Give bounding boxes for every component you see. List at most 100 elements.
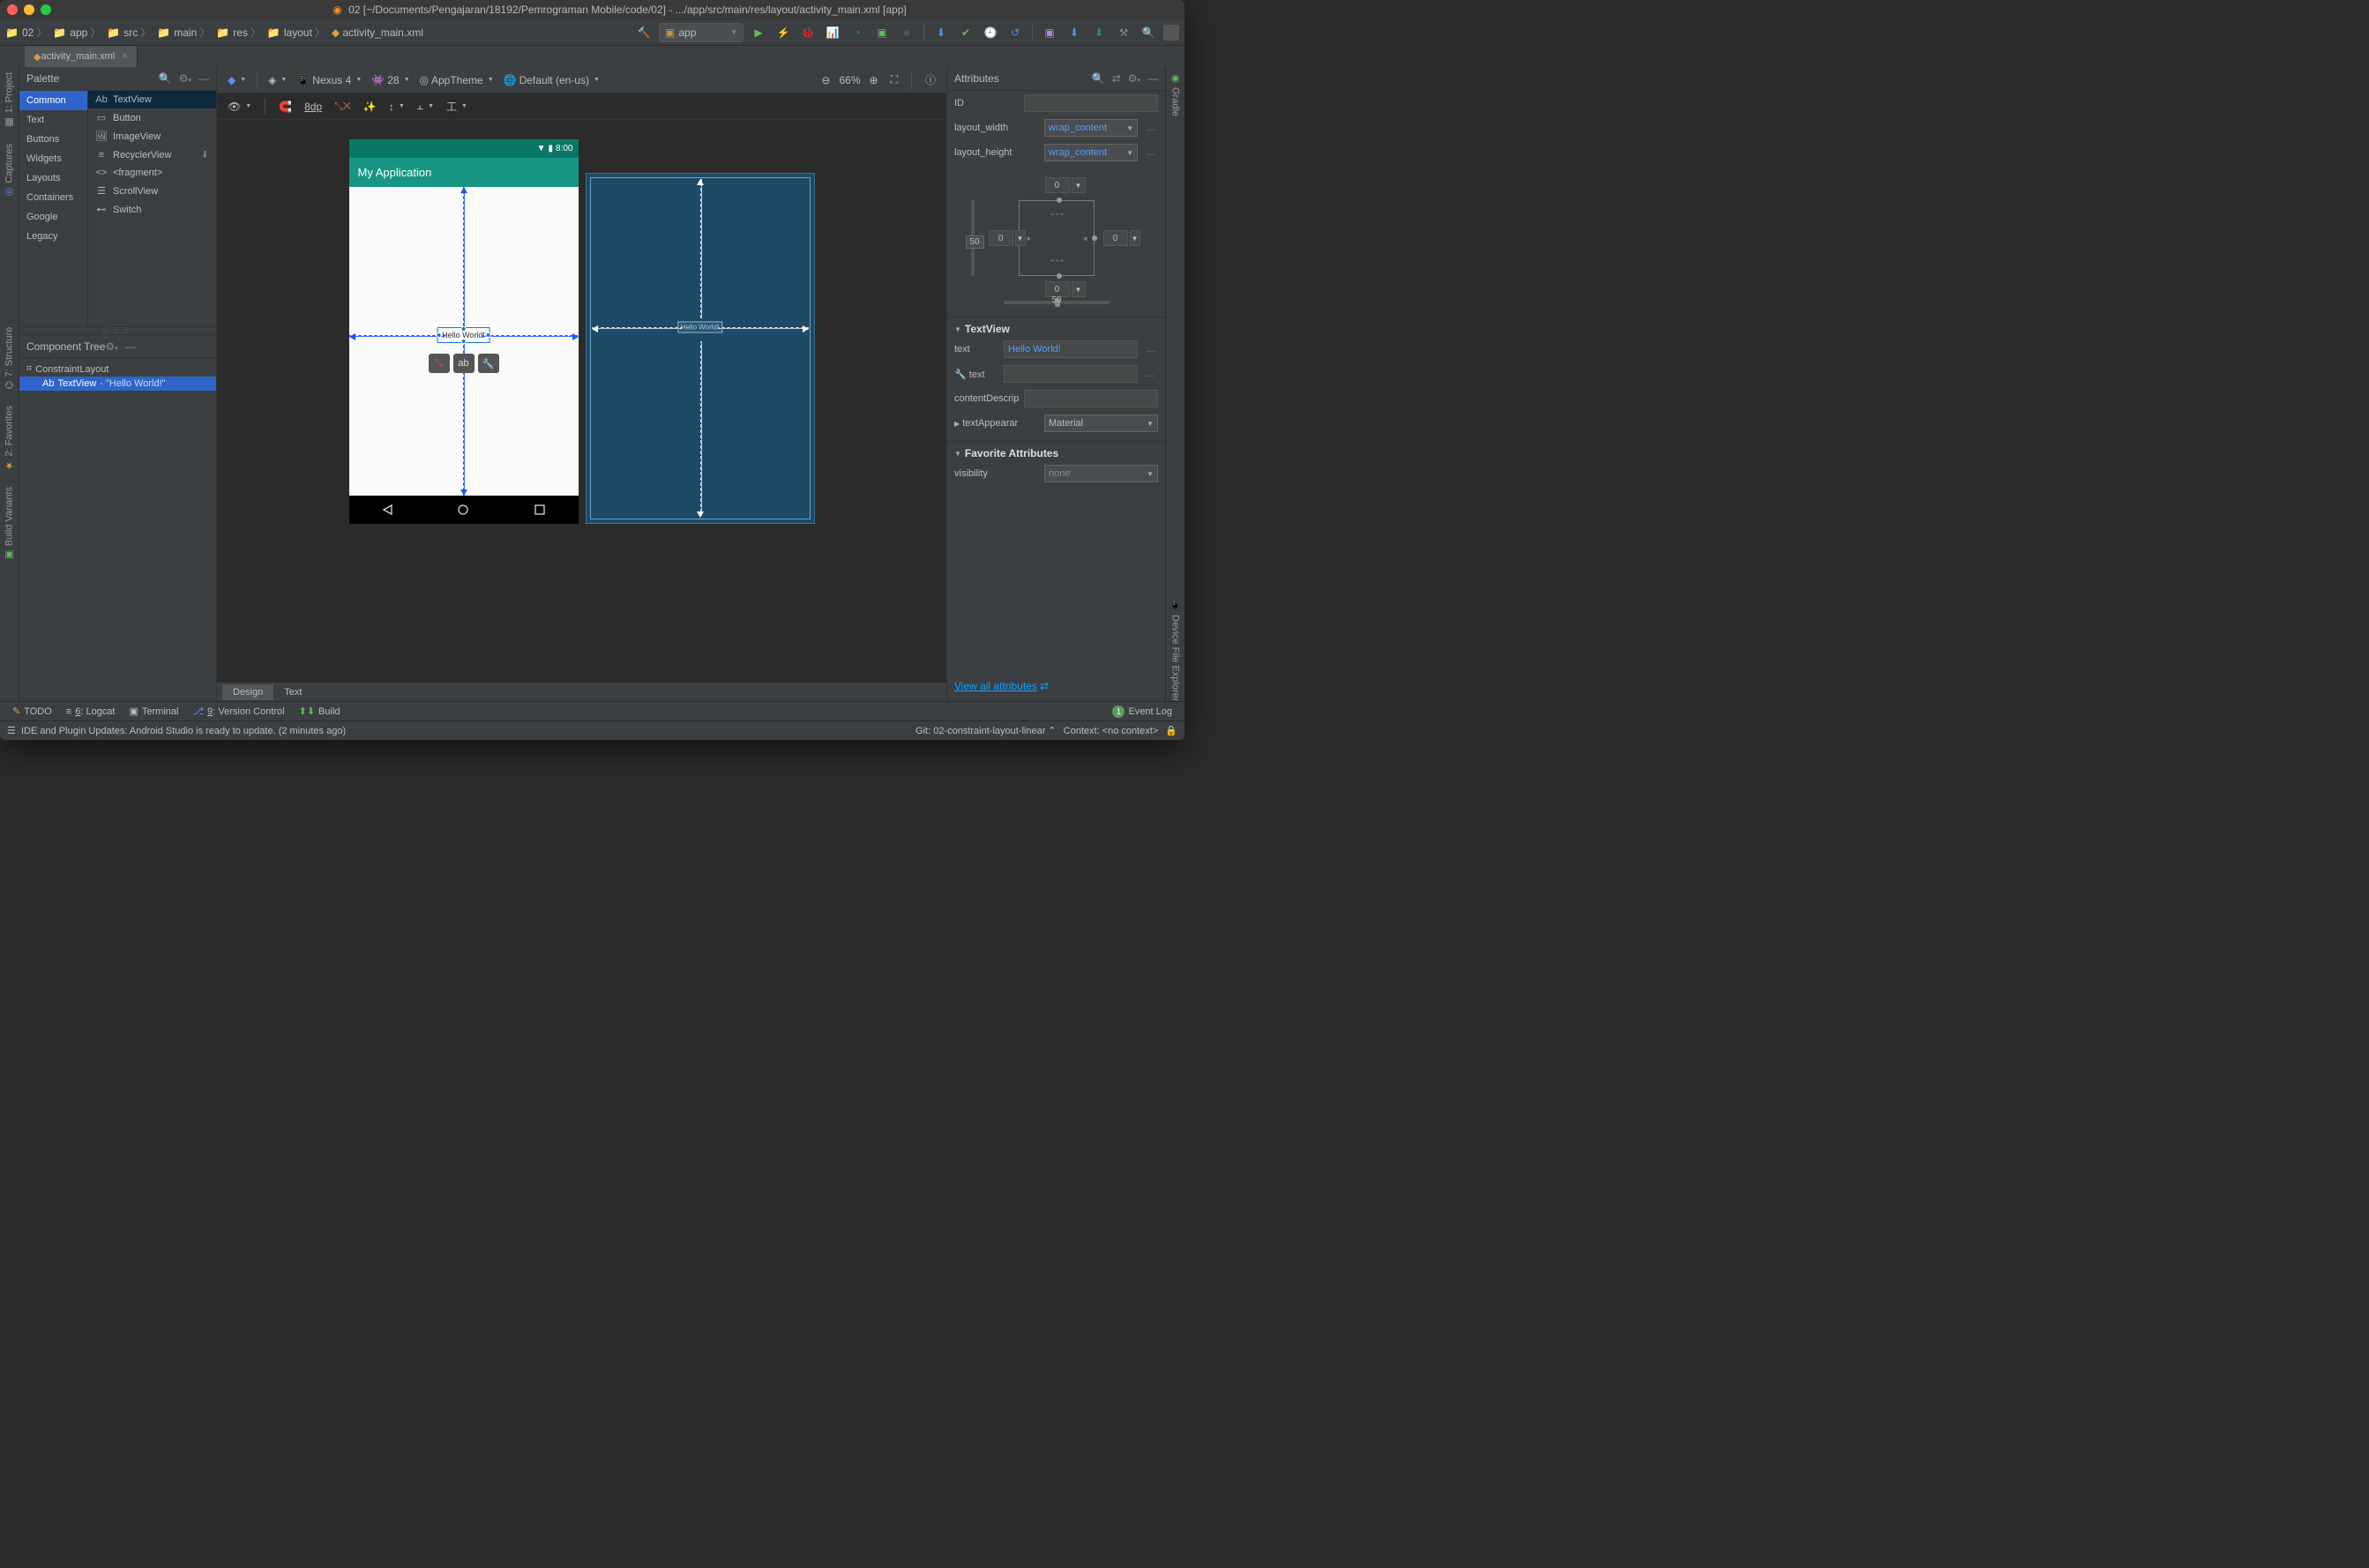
layout-height-select[interactable]: wrap_content▼ — [1044, 144, 1138, 161]
run-button[interactable]: ▶ — [749, 23, 768, 42]
clear-constraints-icon[interactable]: ⤡✕ — [331, 98, 355, 115]
sdk-manager-icon[interactable]: ⬇ — [1065, 23, 1084, 42]
guidelines-icon[interactable]: 工▼ — [443, 97, 471, 116]
device-file-explorer-tab[interactable]: 📱Device File Explorer — [1170, 599, 1181, 701]
palette-item[interactable]: 🖼ImageView — [88, 127, 216, 146]
favorites-section[interactable]: ▼Favorite Attributes — [947, 441, 1165, 461]
gradle-tool-tab[interactable]: ◉Gradle — [1170, 72, 1181, 116]
tree-row-root[interactable]: ⌗ ConstraintLayout — [19, 362, 216, 377]
lock-icon[interactable]: 🔒 — [1165, 725, 1177, 736]
theme-selector[interactable]: ◎AppTheme▼ — [416, 72, 497, 88]
infer-constraints-icon[interactable]: ✨ — [360, 99, 380, 115]
design-preview[interactable]: ▼ ▮ 8:00 My Application — [349, 139, 579, 524]
panel-resize-grip[interactable]: ⠿⠿⠿ — [19, 327, 216, 334]
magnet-icon[interactable]: 🧲 — [275, 99, 295, 115]
palette-item[interactable]: ≡RecyclerView⬇ — [88, 146, 216, 164]
baseline-button[interactable]: ab — [453, 354, 475, 373]
locale-selector[interactable]: 🌐Default (en-us)▼ — [500, 72, 603, 88]
blueprint-textview[interactable]: Hello World! — [677, 322, 722, 333]
resource-manager-icon[interactable]: ⬇︎ — [1089, 23, 1109, 42]
breadcrumb[interactable]: 📁main〉 — [157, 25, 213, 40]
textview-widget[interactable]: Hello World! — [439, 330, 488, 340]
zoom-fit-button[interactable]: ⛶ — [887, 71, 901, 88]
constraint-widget[interactable]: 50 ⌄⌄⌄ ⌃⌃⌃ ››› ‹‹‹ 0 ▼ 0 ▼ — [947, 165, 1165, 311]
text-appearance-select[interactable]: Material▼ — [1044, 414, 1158, 432]
attach-debugger-icon[interactable]: ▣ — [872, 23, 892, 42]
design-tab[interactable]: Design — [222, 684, 273, 700]
maximize-window-button[interactable] — [41, 4, 51, 15]
surface-selector[interactable]: ◆▼ — [224, 72, 250, 88]
warnings-icon[interactable]: ⓘ — [922, 71, 939, 89]
gear-icon[interactable]: ⚙▾ — [105, 340, 117, 353]
breadcrumb[interactable]: 📁layout〉 — [267, 25, 328, 40]
gear-icon[interactable]: ⚙▾ — [1128, 72, 1140, 85]
status-notifications-icon[interactable]: ☰ — [7, 725, 16, 736]
palette-item[interactable]: ▭Button — [88, 108, 216, 127]
device-selector[interactable]: 📱Nexus 4▼ — [293, 72, 365, 88]
device-content[interactable]: Hello World! ⤡ ab 🔧 — [349, 187, 579, 496]
palette-item[interactable]: <><fragment> — [88, 164, 216, 182]
debug-button[interactable]: 🐞 — [798, 23, 818, 42]
visibility-select[interactable]: none▼ — [1044, 465, 1158, 482]
layout-width-select[interactable]: wrap_content▼ — [1044, 119, 1138, 137]
event-log-button[interactable]: 1Event Log — [1105, 706, 1179, 718]
structure-tool-tab[interactable]: ⌬7: Structure — [4, 327, 15, 389]
build-tool-button[interactable]: ⬆⬇Build — [292, 706, 348, 717]
tree-row-textview[interactable]: Ab TextView - "Hello World!" — [19, 377, 216, 391]
canvas-area[interactable]: ▼ ▮ 8:00 My Application — [217, 120, 946, 682]
account-icon[interactable] — [1163, 25, 1179, 41]
delete-constraint-button[interactable]: ⤡ — [429, 354, 450, 373]
terminal-tool-button[interactable]: ▣Terminal — [122, 706, 185, 717]
palette-category[interactable]: Layouts — [19, 168, 87, 188]
apply-changes-icon[interactable]: ⚡ — [773, 23, 793, 42]
more-icon[interactable]: … — [1143, 147, 1158, 158]
avd-manager-icon[interactable]: ▣ — [1040, 23, 1059, 42]
palette-category[interactable]: Legacy — [19, 227, 87, 246]
gear-icon[interactable]: ⚙▾ — [179, 72, 191, 85]
stop-button[interactable]: ■ — [897, 23, 916, 42]
search-icon[interactable]: 🔍 — [1092, 72, 1105, 85]
close-tab-icon[interactable]: × — [122, 51, 127, 62]
hide-panel-icon[interactable]: — — [198, 72, 209, 85]
project-tool-tab[interactable]: ▦1: Project — [4, 72, 15, 128]
palette-item[interactable]: ⊷Switch — [88, 200, 216, 219]
make-project-icon[interactable]: 🔨 — [634, 23, 654, 42]
palette-item[interactable]: AbTextView — [88, 91, 216, 108]
breadcrumb[interactable]: 📁src〉 — [107, 25, 153, 40]
vcs-history-icon[interactable]: 🕘 — [981, 23, 1000, 42]
view-options-icon[interactable]: 👁▼ — [224, 99, 255, 115]
run-config-selector[interactable]: ▣app▼ — [659, 23, 744, 42]
profiler-icon[interactable]: 📊 — [823, 23, 842, 42]
context-indicator[interactable]: Context: <no context> — [1064, 726, 1159, 736]
breadcrumb[interactable]: 📁02〉 — [5, 25, 49, 40]
pack-icon[interactable]: ↕▼ — [385, 99, 408, 115]
captures-tool-tab[interactable]: ◎Captures — [4, 144, 15, 198]
logcat-tool-button[interactable]: ≡6: Logcat — [59, 706, 123, 717]
more-icon[interactable]: … — [1143, 344, 1158, 355]
blueprint-preview[interactable]: Hello World! — [586, 173, 815, 524]
project-structure-icon[interactable]: ⚒ — [1114, 23, 1133, 42]
todo-tool-button[interactable]: ✎TODO — [5, 706, 59, 717]
text-tool-input[interactable] — [1004, 365, 1138, 383]
vcs-tool-button[interactable]: ⎇9: Version Control — [185, 706, 291, 717]
zoom-out-button[interactable]: ⊖ — [818, 72, 833, 88]
coverage-icon[interactable]: ◔ — [848, 23, 867, 42]
palette-item[interactable]: ☰ScrollView — [88, 182, 216, 200]
build-variants-tool-tab[interactable]: ▣Build Variants — [4, 487, 15, 561]
vcs-revert-icon[interactable]: ↺ — [1005, 23, 1025, 42]
palette-category[interactable]: Text — [19, 110, 87, 130]
orientation-selector[interactable]: ◈▼ — [265, 72, 290, 88]
git-branch-indicator[interactable]: Git: 02-constraint-layout-linear ⌃ — [915, 725, 1057, 736]
hide-panel-icon[interactable]: — — [125, 340, 136, 353]
align-icon[interactable]: ⫠▼ — [414, 98, 437, 115]
palette-category[interactable]: Widgets — [19, 149, 87, 168]
content-description-input[interactable] — [1024, 390, 1158, 407]
search-everywhere-icon[interactable]: 🔍 — [1139, 23, 1158, 42]
zoom-in-button[interactable]: ⊕ — [866, 72, 882, 88]
id-input[interactable] — [1024, 94, 1158, 112]
breadcrumb[interactable]: 📁res〉 — [216, 25, 264, 40]
favorites-tool-tab[interactable]: ★2: Favorites — [4, 406, 15, 471]
breadcrumb[interactable]: 📁app〉 — [53, 25, 103, 40]
view-all-attributes[interactable]: View all attributes ⇄ — [947, 671, 1165, 701]
text-tab[interactable]: Text — [273, 684, 312, 700]
